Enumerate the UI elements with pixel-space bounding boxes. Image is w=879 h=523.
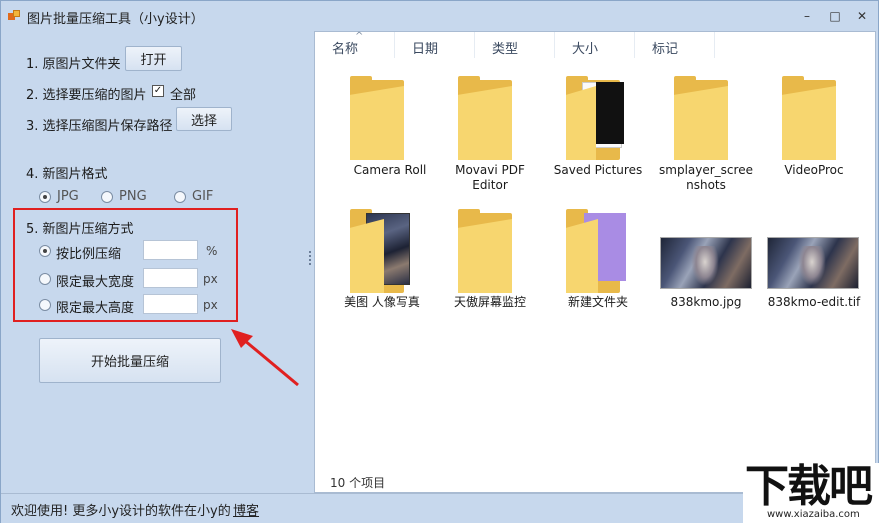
maximize-button[interactable]: □ [827,9,843,23]
file-item-meitu[interactable]: 美图 人像写真 [328,209,436,319]
title-bar: 图片批量压缩工具（小y设计） – □ ✕ [1,1,878,31]
watermark-logo: 下载吧 [745,461,873,512]
file-item-label: Saved Pictures [553,163,643,177]
file-item-label: Camera Roll [353,163,427,177]
watermark-url: www.xiazaiba.com [767,509,860,520]
file-item-label: 838kmo-edit.tif [767,295,861,309]
file-item-movavi[interactable]: Movavi PDF Editor [436,76,544,196]
file-item-camera-roll[interactable]: Camera Roll [336,76,444,196]
annotation-arrow-icon [231,329,299,387]
app-window: 图片批量压缩工具（小y设计） – □ ✕ 1. 原图片文件夹 打开 2. 选择要… [0,0,879,523]
column-header-date[interactable]: 日期 [395,32,475,58]
file-item-label: smplayer_screenshots [659,163,753,192]
sort-caret-icon: ^ [355,31,364,42]
splitter-handle[interactable] [308,249,312,271]
file-list-panel: ^ 名称 日期 类型 大小 标记 Camera Roll Movavi PDF … [314,31,876,493]
status-message: 欢迎使用! 更多小y设计的软件在小y的 [11,504,231,519]
column-header-tag[interactable]: 标记 [635,32,715,58]
file-item-label: 新建文件夹 [567,295,628,309]
file-item-label: 838kmo.jpg [670,295,742,309]
column-header-name[interactable]: ^ 名称 [315,31,395,58]
image-thumbnail [660,237,752,289]
file-item-label: VideoProc [784,163,844,177]
image-thumbnail [767,237,859,289]
column-header-size[interactable]: 大小 [555,32,635,58]
file-item-new-folder[interactable]: 新建文件夹 [544,209,652,319]
file-item-838kmo-tif[interactable]: 838kmo-edit.tif [760,209,868,319]
file-item-838kmo-jpg[interactable]: 838kmo.jpg [652,209,760,319]
window-title: 图片批量压缩工具（小y设计） [27,12,204,27]
options-panel: 1. 原图片文件夹 打开 2. 选择要压缩的图片 ✓ 全部 3. 选择压缩图片保… [1,31,307,493]
column-header-type[interactable]: 类型 [475,32,555,58]
file-item-label: 美图 人像写真 [344,295,420,309]
file-item-saved-pictures[interactable]: Saved Pictures [544,76,652,196]
file-item-label: Movavi PDF Editor [455,163,525,192]
file-item-videoproc[interactable]: VideoProc [760,76,868,196]
blog-link[interactable]: 博客 [233,500,259,519]
item-count: 10 个项目 [330,476,386,490]
close-button[interactable]: ✕ [854,9,870,23]
site-watermark: 下载吧 www.xiazaiba.com [743,463,879,523]
file-item-smplayer[interactable]: smplayer_screenshots [652,76,760,196]
minimize-button[interactable]: – [799,9,815,23]
file-item-label: 天傲屏幕监控 [453,295,526,309]
app-icon [8,10,20,22]
file-item-tianao[interactable]: 天傲屏幕监控 [436,209,544,319]
